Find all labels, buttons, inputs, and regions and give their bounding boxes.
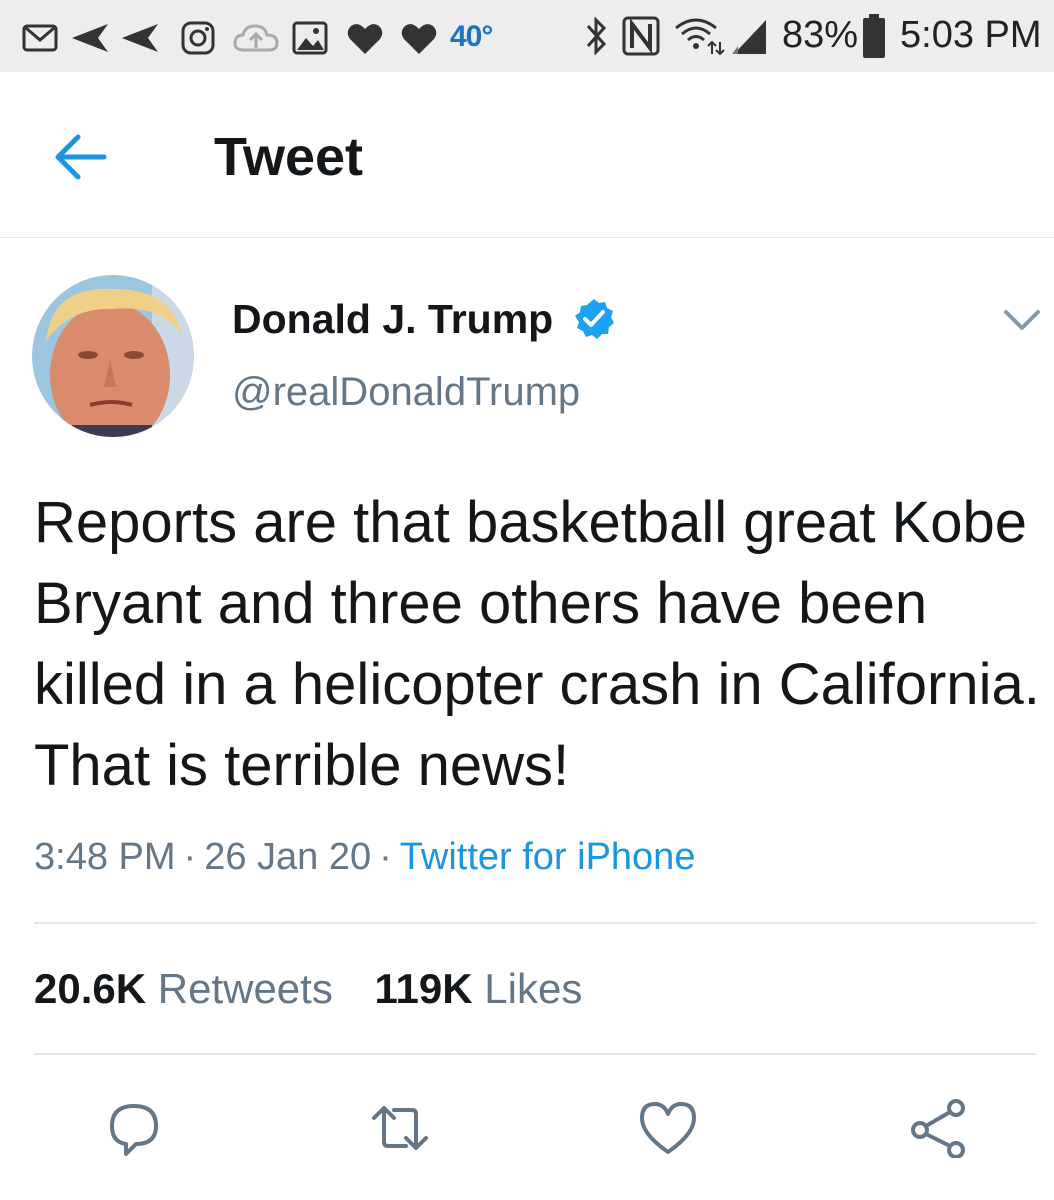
meta-separator: · xyxy=(183,836,197,878)
likes-label: Likes xyxy=(484,965,583,1012)
author-name[interactable]: Donald J. Trump xyxy=(232,296,553,343)
instagram-icon xyxy=(181,21,215,55)
meta-separator: · xyxy=(379,836,392,878)
battery-percent-text: 83% xyxy=(782,14,859,56)
divider xyxy=(34,922,1036,924)
cloud-upload-icon xyxy=(233,24,279,52)
likes-stat[interactable]: 119K Likes xyxy=(375,965,583,1012)
divider xyxy=(34,1053,1036,1055)
retweet-icon[interactable] xyxy=(370,1098,430,1158)
arrow-left-icon[interactable] xyxy=(52,132,108,182)
author-handle[interactable]: @realDonaldTrump xyxy=(232,370,580,415)
share-icon[interactable] xyxy=(908,1098,968,1158)
heart-icon xyxy=(401,24,437,54)
tweet-source-link[interactable]: Twitter for iPhone xyxy=(400,836,696,878)
verified-badge-icon xyxy=(575,299,614,339)
tweet-header: Tweet xyxy=(0,72,1054,238)
heart-icon xyxy=(347,24,383,54)
wifi-icon xyxy=(675,18,725,56)
chevron-down-icon[interactable] xyxy=(1000,304,1044,336)
temperature-text: 40° xyxy=(450,20,493,53)
page-title: Tweet xyxy=(214,127,364,187)
nfc-icon xyxy=(622,16,660,56)
tweet-date: 26 Jan 20 xyxy=(204,836,372,878)
tweet-time: 3:48 PM xyxy=(34,836,176,878)
like-icon[interactable] xyxy=(638,1098,698,1158)
retweets-stat[interactable]: 20.6K Retweets xyxy=(34,965,333,1012)
clock-text: 5:03 PM xyxy=(900,14,1042,56)
send-icon xyxy=(122,24,158,52)
tweet-stats: 20.6K Retweets 119K Likes xyxy=(34,965,582,1013)
retweets-count: 20.6K xyxy=(34,965,147,1012)
likes-count: 119K xyxy=(374,965,473,1012)
avatar[interactable] xyxy=(32,275,194,437)
status-bar: 40° 83% 5:03 PM xyxy=(0,0,1054,72)
image-icon xyxy=(292,21,328,55)
bluetooth-icon xyxy=(586,16,607,56)
tweet-text: Reports are that basketball great Kobe B… xyxy=(34,490,1040,798)
send-icon xyxy=(72,24,108,52)
gmail-icon xyxy=(22,24,58,52)
retweets-label: Retweets xyxy=(157,965,333,1012)
battery-icon xyxy=(863,14,885,58)
tweet-meta: 3:48 PM · 26 Jan 20 · Twitter for iPhone xyxy=(34,836,695,879)
reply-icon[interactable] xyxy=(104,1098,164,1158)
signal-icon xyxy=(732,20,766,54)
